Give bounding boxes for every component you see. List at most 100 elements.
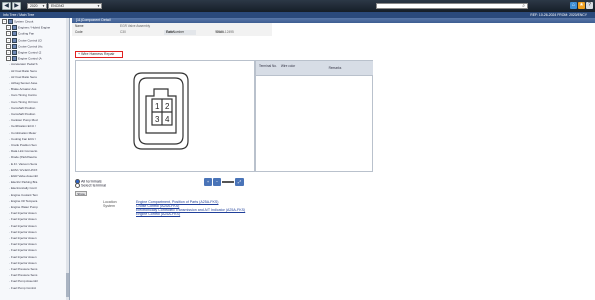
expand-toggle-icon[interactable]: − [2,19,7,24]
info-tree[interactable]: − System Circuit − Engines / Hybrid Engine −… [0,18,70,300]
tree-item[interactable]: -Engine Coolant Tem [9,193,38,198]
expand-toggle-icon[interactable]: − [6,25,11,31]
bookmark-icon[interactable]: ★ [578,2,585,9]
tree-item[interactable]: -Airbag Sensor Asse [9,81,37,86]
tree-item[interactable]: − Engine Control (2 [6,50,41,55]
tree-branch-icon: - [9,229,10,234]
tree-branch-icon: - [9,87,10,92]
tree-item[interactable]: -Fuel Pressure Sens [9,273,37,278]
tree-item[interactable]: -Certification ECU / [9,124,36,129]
show-button[interactable]: Show [75,191,87,196]
tree-item[interactable]: -Electronically Contr [9,186,37,191]
search-input[interactable]: ⌕ [376,3,528,9]
tree-branch-icon: - [9,223,10,228]
tree-item[interactable]: -Air Fuel Ratio Sens [9,75,37,80]
tree-item[interactable]: -Crank Position Sen [9,143,37,148]
tree-item[interactable]: -Engine Oil Tempera [9,199,37,204]
expand-toggle-icon[interactable]: − [6,56,11,62]
tree-item[interactable]: -Data Link Connecto [9,149,37,154]
search-icon[interactable]: ⌕ [522,3,525,9]
tree-item[interactable]: − System Circuit [2,19,33,24]
pin-3[interactable]: 3 [155,115,160,124]
tree-item-label: Fuel Injector Assen [11,242,37,247]
tree-item[interactable]: -Fuel Injector Assen [9,261,37,266]
system-link[interactable]: Engine Control (A25A-FKS) [136,212,180,216]
model-select[interactable]: ENCINO ▼ [48,3,102,9]
back-button[interactable]: ◀ [2,2,11,10]
tree-item[interactable]: -Fuel Injector Assen [9,217,37,222]
forward-button[interactable]: ▶ [12,2,21,10]
tree-item[interactable]: -Diode (Park/Neutra [9,155,37,160]
tree-item-label: Accelerator Pedal S [11,62,38,67]
tree-item[interactable]: -Accelerator Pedal S [9,62,38,67]
pin-1[interactable]: 1 [155,102,160,111]
tree-item-label: Cruise Control (Ac [18,44,43,49]
tree-item-label: Combination Meter [11,130,37,135]
tree-item[interactable]: -Canister Pump Mod [9,118,38,123]
tree-item[interactable]: -Camshaft Position [9,106,35,111]
tree-item-label: Brake Actuator Ass [11,87,37,92]
tree-item-label: Certification ECU / [11,124,36,129]
tree-item[interactable]: -Fuel Injector Assen [9,248,37,253]
tree-item[interactable]: -Fuel Injector Assen [9,230,37,235]
scrollbar-thumb[interactable] [66,273,69,297]
tree-item[interactable]: -Fuel Injector Assen [9,236,37,241]
tree-item[interactable]: -Cam Timing Oil Con [9,100,38,105]
tree-item[interactable]: -ECM / HV-ECU/CIX [9,168,37,173]
tree-item[interactable]: -Fuel Pressure Sens [9,267,37,272]
tree-branch-icon: - [9,155,10,160]
tree-item[interactable]: -Cam Timing Contro [9,93,37,98]
tree-item[interactable]: -Fuel Injector Assen [9,224,37,229]
tree-branch-icon: - [9,248,10,253]
help-icon[interactable]: ? [586,2,593,9]
tree-item[interactable]: -E.F.I. Vacuum Sens [9,162,37,167]
tree-item[interactable]: − Engine Control (A [6,56,42,62]
expand-icon: + [78,52,81,56]
tree-item[interactable]: − Cruise Control (Ac [6,43,43,49]
color-value: Black [216,30,224,34]
select-terminal-radio[interactable]: Select terminal [75,183,106,188]
pin-4[interactable]: 4 [165,115,170,124]
tree-item[interactable]: -Engine Water Pump [9,205,38,210]
zoom-out-icon[interactable]: − [213,178,221,186]
tree-scrollbar[interactable] [66,18,69,300]
home-icon[interactable]: ⌂ [570,2,577,9]
tree-item[interactable]: -EGR Valve Assembl [9,174,38,179]
color-label: Color [166,30,174,34]
tree-item-label: Engine Control (A [18,56,42,61]
tree-item[interactable]: − Engines / Hybrid Engine [6,25,50,31]
expand-toggle-icon[interactable]: − [6,31,11,37]
wire-harness-repair-link[interactable]: + Wire Harness Repair [75,51,123,58]
tree-item[interactable]: -Fuel Injector Assen [9,211,37,216]
year-select[interactable]: 2020 ▼ [27,3,47,9]
tree-item[interactable]: -Cooling Fan ECU / [9,137,36,142]
tree-branch-icon: - [9,136,10,141]
tree-item-label: E.F.I. Vacuum Sens [11,161,38,166]
zoom-slider[interactable] [222,181,234,183]
column-terminal-no: Terminal No. [259,64,277,68]
expand-toggle-icon[interactable]: − [6,43,11,49]
tree-item-label: Fuel Pump Control [11,285,37,290]
wire-harness-repair-label: Wire Harness Repair [81,52,115,56]
tree-item-label: Electronically Contr [11,186,37,191]
pin-2[interactable]: 2 [165,102,170,111]
tree-item[interactable]: − Cruise Control (Cl [6,37,42,43]
tree-item[interactable]: -Fuel Pump Assembl [9,279,38,284]
tree-item[interactable]: -Fuel Pump Control [9,286,36,291]
expand-toggle-icon[interactable]: − [6,37,11,43]
fit-icon[interactable]: ⤢ [235,178,244,186]
tree-item[interactable]: -Air Fuel Ratio Sens [9,69,37,74]
tree-item[interactable]: -Camshaft Position [9,112,35,117]
tree-item[interactable]: − Cooling Fan [6,31,34,37]
tree-item-label: Cam Timing Contro [11,93,37,98]
chevron-down-icon: ▼ [97,4,100,8]
tree-branch-icon: - [9,143,10,147]
tree-item[interactable]: -Electric Parking Bra [9,180,37,185]
zoom-in-icon[interactable]: + [204,178,212,186]
tree-item[interactable]: -Fuel Injector Assen [9,242,37,247]
tree-item[interactable]: -Brake Actuator Ass [9,87,36,92]
tree-item[interactable]: -Fuel Injector Assen [9,255,37,260]
tree-item[interactable]: -Combination Meter [9,131,36,136]
expand-toggle-icon[interactable]: − [6,50,11,55]
tree-item-label: Air Fuel Ratio Sens [11,74,37,79]
